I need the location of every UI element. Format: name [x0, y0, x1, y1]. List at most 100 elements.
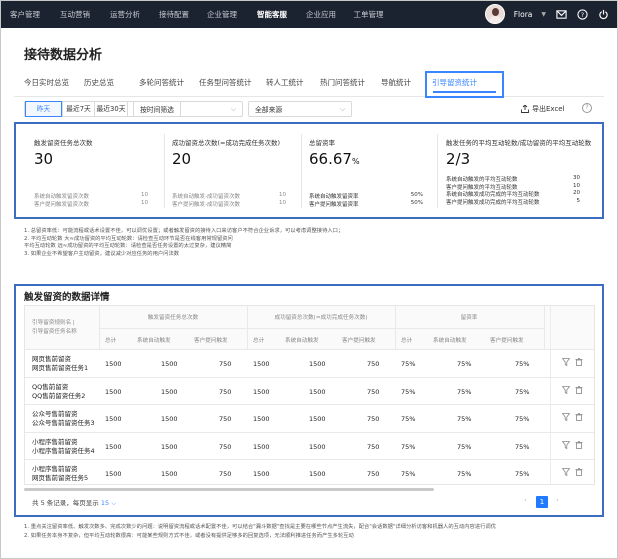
kpi-detail-value[interactable]: 10 [141, 200, 148, 208]
table-cell[interactable]: 750 [367, 415, 379, 423]
kpi-detail-value[interactable]: 5 [577, 198, 581, 206]
column-group-header[interactable]: 留资率 [395, 313, 543, 321]
kpi-value[interactable]: 66.67 [309, 150, 352, 168]
help-icon[interactable]: ? [576, 8, 588, 20]
table-cell[interactable]: 1500 [309, 470, 326, 478]
kpi-detail-value[interactable]: 50% [411, 200, 423, 208]
row-name[interactable]: 公众号售前留资任务3 [32, 419, 95, 428]
table-cell[interactable]: 1500 [253, 443, 270, 451]
table-cell[interactable]: 1500 [253, 415, 270, 423]
kpi-label[interactable]: 总留资率 [309, 137, 335, 147]
topnav-item[interactable]: 企业管理 [199, 1, 245, 28]
row-name[interactable]: QQ售前留资任务2 [32, 392, 85, 401]
kpi-card[interactable]: 总留资率 66.67% 系统自动触发留资率 50% 客户提问触发留资率 50% [303, 128, 431, 214]
row-name[interactable]: QQ售前留资 [32, 383, 68, 392]
period-dropdown[interactable]: 按时间筛选 ⌵ [133, 101, 243, 117]
delete-icon[interactable] [575, 468, 583, 478]
table-cell[interactable]: 1500 [253, 360, 270, 368]
horizontal-scrollbar[interactable] [24, 488, 434, 491]
kpi-value[interactable]: 20 [172, 150, 191, 168]
column-sub-header[interactable]: 客户提问触发 [342, 336, 376, 344]
table-cell[interactable]: 750 [367, 360, 379, 368]
kpi-detail-label[interactable]: 客户提问触发-成功留资次数 [172, 200, 240, 208]
date-range-7days[interactable]: 最近7天 [62, 102, 94, 116]
kpi-detail-label[interactable]: 客户提问触发留资次数 [34, 200, 89, 208]
prev-page-button[interactable]: ‹ [524, 496, 527, 504]
table-cell[interactable]: 75% [401, 388, 415, 396]
table-cell[interactable]: 75% [401, 415, 415, 423]
source-dropdown[interactable]: 全部来源 ⌵ [248, 101, 352, 117]
table-cell[interactable]: 1500 [161, 415, 178, 423]
table-cell[interactable]: 1500 [105, 470, 122, 478]
kpi-label[interactable]: 触发任务的平均互动轮数/成功留资的平均互动轮数 [446, 137, 591, 147]
column-sub-header[interactable]: 总计 [253, 336, 264, 344]
note-line[interactable]: 2. 如果任务本身不复杂，但平均互动轮数很高：可能某些规则方式不佳，或者没有提供… [24, 533, 354, 541]
table-cell[interactable]: 750 [367, 388, 379, 396]
kpi-unit[interactable]: % [352, 157, 360, 166]
column-sub-header[interactable]: 总计 [105, 336, 116, 344]
note-line[interactable]: 1. 重点关注留资率低、触发次数多、完成次数少的问题：说明留资流程或话术配置不佳… [24, 524, 496, 532]
topnav-item[interactable]: 运营分析 [101, 1, 149, 28]
row-name[interactable]: 小程序售前留资任务4 [32, 447, 95, 456]
column-divider[interactable] [395, 306, 396, 349]
kpi-detail-label[interactable]: 客户提问触发成功完成的平均互动轮数 [446, 198, 540, 206]
table-cell[interactable]: 75% [515, 415, 529, 423]
row-name[interactable]: 网页售前留资任务1 [32, 364, 88, 373]
table-cell[interactable]: 1500 [309, 415, 326, 423]
table-cell[interactable]: 1500 [105, 415, 122, 423]
tab-item[interactable]: 多轮问答统计 [139, 77, 184, 88]
column-sub-header[interactable]: 系统自动触发 [137, 336, 171, 344]
kpi-value[interactable]: 30 [34, 150, 53, 168]
table-cell[interactable]: 75% [457, 470, 471, 478]
kpi-detail-row[interactable]: 客户提问触发成功完成的平均互动轮数 5 [446, 198, 580, 206]
table-cell[interactable]: 750 [367, 443, 379, 451]
kpi-detail-row[interactable]: 客户提问触发-成功留资次数 10 [172, 200, 286, 208]
table-cell[interactable]: 75% [515, 470, 529, 478]
table-cell[interactable]: 75% [457, 443, 471, 451]
table-cell[interactable]: 75% [515, 443, 529, 451]
help-icon[interactable]: ? [582, 103, 592, 113]
page-size-select[interactable]: 15 ⌵ [101, 499, 116, 507]
table-cell[interactable]: 75% [457, 360, 471, 368]
topnav-item[interactable]: 智能客服 [248, 1, 296, 28]
mail-icon[interactable] [555, 8, 567, 20]
row-name[interactable]: 网页售前留资 [32, 355, 71, 364]
user-name[interactable]: Flora [514, 10, 533, 19]
export-excel-button[interactable]: 导出Excel [521, 104, 565, 114]
filter-icon[interactable] [561, 468, 571, 478]
tab-item[interactable]: 历史总览 [84, 77, 114, 88]
topnav-item[interactable]: 接待配置 [151, 1, 197, 28]
kpi-value[interactable]: 2/3 [446, 150, 470, 168]
table-cell[interactable]: 75% [401, 443, 415, 451]
column-divider[interactable] [544, 306, 545, 349]
kpi-detail-label[interactable]: 客户提问触发留资率 [309, 200, 359, 208]
tab-item[interactable]: 引导留资统计 [432, 77, 477, 88]
row-name[interactable]: 小程序售前留资 [32, 465, 78, 474]
chevron-down-icon[interactable]: ▼ [541, 11, 546, 18]
column-group-header[interactable]: 成功留资总次数(=成功完成任务次数) [247, 313, 395, 321]
column-sub-header[interactable]: 客户提问触发 [490, 336, 524, 344]
filter-icon[interactable] [561, 385, 571, 396]
note-line[interactable]: 平均互动轮数 远≈成功留资的平均互动轮数：请检查是否任务设置的太过复杂，建议精简 [24, 243, 231, 251]
table-cell[interactable]: 1500 [309, 388, 326, 396]
table-cell[interactable]: 1500 [253, 388, 270, 396]
tab-item[interactable]: 任务型问答统计 [199, 77, 252, 88]
table-cell[interactable]: 1500 [309, 443, 326, 451]
tab-item[interactable]: 导航统计 [381, 77, 411, 88]
kpi-value-wrap[interactable]: 66.67% [309, 150, 360, 168]
topnav-item[interactable]: 互动营销 [51, 1, 99, 28]
column-header-name[interactable]: 引导留资规则名 | [32, 318, 75, 326]
column-divider[interactable] [99, 306, 100, 349]
table-cell[interactable]: 1500 [161, 443, 178, 451]
table-cell[interactable]: 75% [457, 415, 471, 423]
topnav-item[interactable]: 工单管理 [346, 1, 391, 28]
table-cell[interactable]: 750 [219, 443, 231, 451]
kpi-label[interactable]: 成功留资总次数(=成功完成任务次数) [172, 137, 280, 147]
table-cell[interactable]: 1500 [161, 388, 178, 396]
date-range-yesterday[interactable]: 昨天 [25, 101, 62, 117]
delete-icon[interactable] [575, 440, 583, 451]
delete-icon[interactable] [575, 413, 583, 423]
table-cell[interactable]: 750 [219, 388, 231, 396]
kpi-value-wrap[interactable]: 2/3 [446, 150, 470, 168]
column-sub-header[interactable]: 总计 [401, 336, 412, 344]
